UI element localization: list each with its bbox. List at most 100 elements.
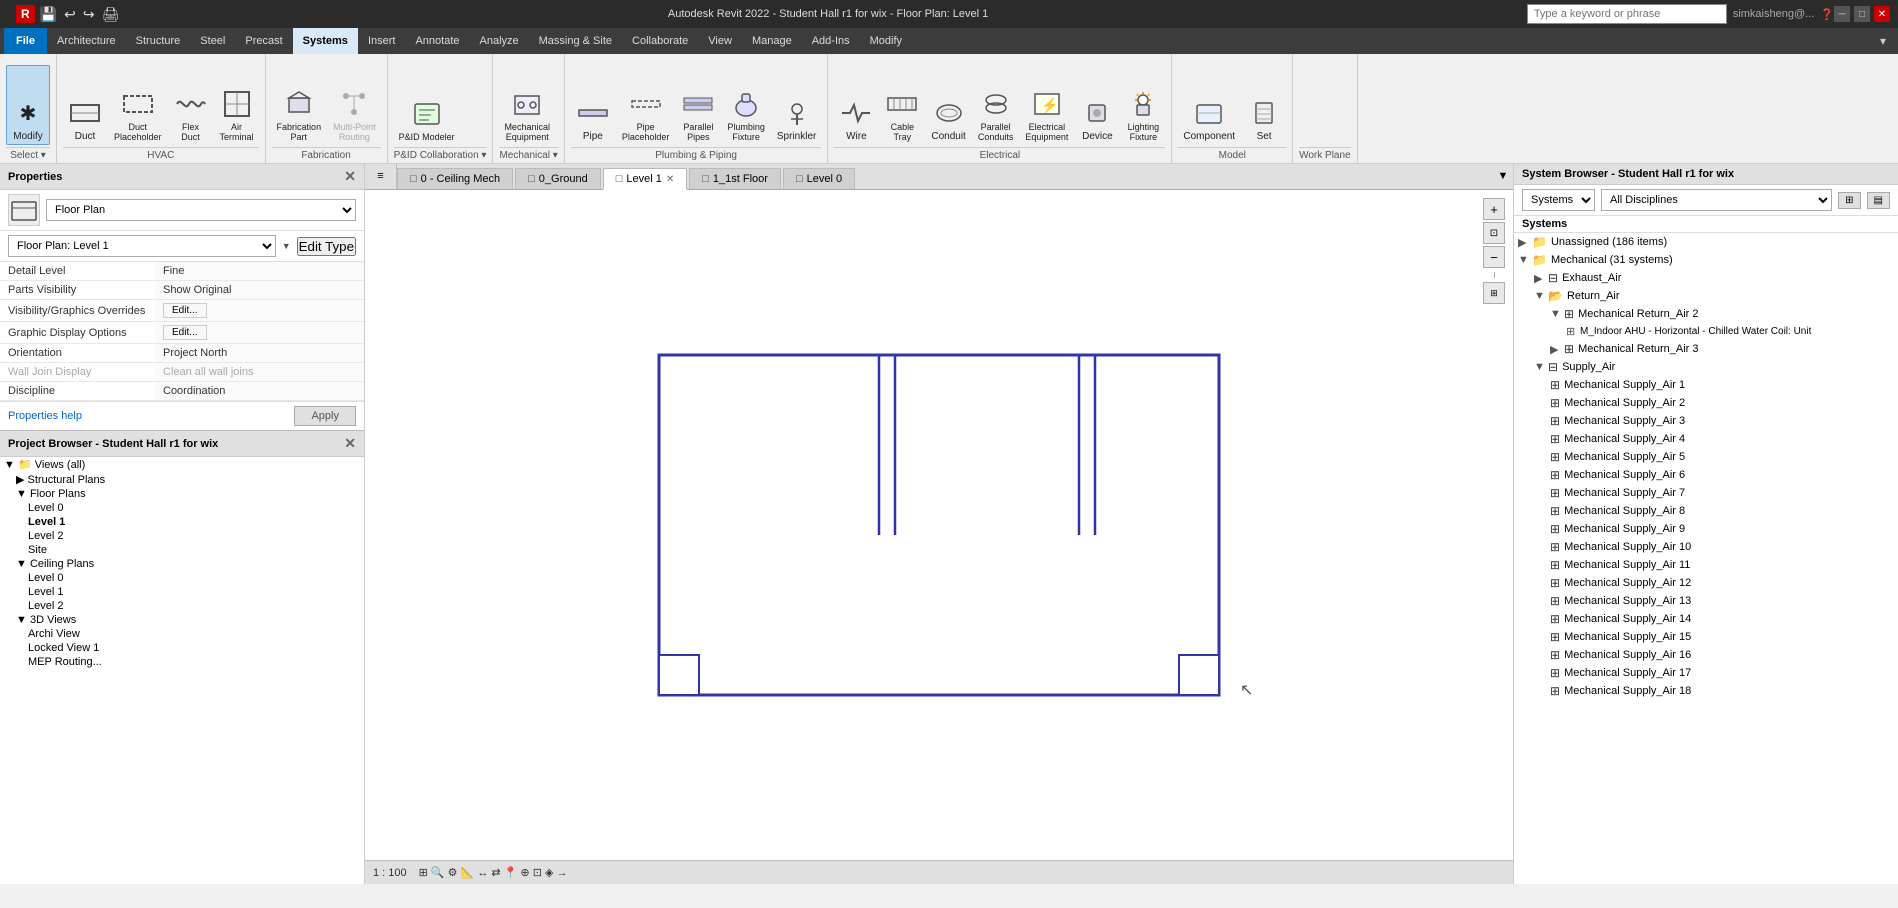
help-btn[interactable]: ❓ [1820,8,1834,21]
sys-item-supply-7[interactable]: ⊞Mechanical Supply_Air 7 [1514,484,1898,502]
ribbon-btn-plumbing-fixture[interactable]: PlumbingFixture [722,65,770,145]
sys-item-m-indoor-ahu[interactable]: ⊞ M_Indoor AHU - Horizontal - Chilled Wa… [1514,323,1898,340]
minimize-btn[interactable]: ─ [1834,6,1850,22]
sys-item-supply-4[interactable]: ⊞Mechanical Supply_Air 4 [1514,430,1898,448]
ribbon-btn-pipe[interactable]: Pipe [571,65,615,145]
ribbon-label-select[interactable]: Select ▾ [6,147,50,163]
search-input[interactable] [1527,4,1727,24]
tree-fp-level2[interactable]: Level 2 [0,529,364,543]
project-browser-close[interactable]: ✕ [344,435,356,452]
sys-item-supply-17[interactable]: ⊞Mechanical Supply_Air 17 [1514,664,1898,682]
view-tab-level1[interactable]: □ Level 1 ✕ [603,168,688,190]
tree-structural-plans[interactable]: ▶ Structural Plans [0,472,364,487]
ribbon-btn-pipe-placeholder[interactable]: PipePlaceholder [617,65,675,145]
ribbon-btn-component[interactable]: Component [1178,65,1240,145]
ribbon-btn-flex-duct[interactable]: FlexDuct [169,65,213,145]
ribbon-btn-electrical-equipment[interactable]: ⚡ ElectricalEquipment [1020,65,1073,145]
system-browser-discipline-dropdown[interactable]: All Disciplines [1601,189,1832,211]
zoom-in-btn[interactable]: + [1483,198,1505,220]
sys-browser-view1-btn[interactable]: ⊞ [1838,192,1860,209]
ribbon-btn-conduit[interactable]: Conduit [926,65,970,145]
sys-item-supply-13[interactable]: ⊞Mechanical Supply_Air 13 [1514,592,1898,610]
view-tabs-scroll[interactable]: ▼ [1493,164,1513,189]
qa-print[interactable]: 🖨 [100,4,122,25]
tree-3d-views[interactable]: ▼ 3D Views [0,613,364,627]
close-btn[interactable]: ✕ [1874,6,1890,22]
ribbon-btn-cable-tray[interactable]: CableTray [880,65,924,145]
sys-item-mechanical[interactable]: ▼ 📁 Mechanical (31 systems) [1514,251,1898,269]
floor-plan-instance-dropdown[interactable]: Floor Plan: Level 1 [8,235,276,257]
tree-cp-level2[interactable]: Level 2 [0,599,364,613]
tree-fp-site[interactable]: Site [0,543,364,557]
ribbon-btn-set[interactable]: Set [1242,65,1286,145]
qa-redo[interactable]: ↪ [81,4,97,25]
system-browser-systems-dropdown[interactable]: Systems [1522,189,1595,211]
view-tab-0-ground[interactable]: □ 0_Ground [515,168,601,189]
zoom-out-btn[interactable]: − [1483,246,1505,268]
ribbon-btn-lighting-fixture[interactable]: LightingFixture [1121,65,1165,145]
tree-fp-level0[interactable]: Level 0 [0,501,364,515]
ribbon-btn-parallel-pipes[interactable]: ParallelPipes [676,65,720,145]
sys-item-supply-air[interactable]: ▼ ⊟ Supply_Air [1514,358,1898,376]
qa-undo[interactable]: ↩ [62,4,78,25]
sys-item-supply-3[interactable]: ⊞Mechanical Supply_Air 3 [1514,412,1898,430]
menu-tab-massing[interactable]: Massing & Site [529,28,622,54]
sys-item-unassigned[interactable]: ▶ 📁 Unassigned (186 items) [1514,233,1898,251]
properties-help-link[interactable]: Properties help [8,410,82,422]
apply-button[interactable]: Apply [294,406,356,426]
menu-tab-steel[interactable]: Steel [190,28,235,54]
ribbon-btn-fabrication-part[interactable]: FabricationPart [272,65,327,145]
sys-item-supply-2[interactable]: ⊞Mechanical Supply_Air 2 [1514,394,1898,412]
tree-ceiling-plans[interactable]: ▼ Ceiling Plans [0,557,364,571]
sys-item-supply-5[interactable]: ⊞Mechanical Supply_Air 5 [1514,448,1898,466]
menu-tab-addins[interactable]: Add-Ins [802,28,860,54]
ribbon-btn-device[interactable]: Device [1075,65,1119,145]
menu-tab-analyze[interactable]: Analyze [470,28,529,54]
qa-save[interactable]: 💾 [38,4,59,25]
menu-tab-modify[interactable]: Modify [860,28,912,54]
sys-item-supply-15[interactable]: ⊞Mechanical Supply_Air 15 [1514,628,1898,646]
drawing-canvas[interactable]: + ⊡ − ⊞ ↖ [365,190,1513,860]
ribbon-btn-duct-placeholder[interactable]: DuctPlaceholder [109,65,167,145]
menu-tab-structure[interactable]: Structure [126,28,191,54]
sys-item-supply-12[interactable]: ⊞Mechanical Supply_Air 12 [1514,574,1898,592]
properties-close[interactable]: ✕ [344,168,356,185]
sys-item-mech-return-2[interactable]: ▼ ⊞ Mechanical Return_Air 2 [1514,305,1898,323]
sys-item-supply-1[interactable]: ⊞Mechanical Supply_Air 1 [1514,376,1898,394]
ribbon-btn-sprinkler[interactable]: Sprinkler [772,65,821,145]
sys-item-supply-18[interactable]: ⊞Mechanical Supply_Air 18 [1514,682,1898,700]
ribbon-btn-air-terminal[interactable]: AirTerminal [215,65,259,145]
sys-item-mech-return-3[interactable]: ▶ ⊞ Mechanical Return_Air 3 [1514,340,1898,358]
maximize-btn[interactable]: □ [1854,6,1870,22]
tree-mep-routing[interactable]: MEP Routing... [0,655,364,669]
ribbon-btn-duct[interactable]: Duct [63,65,107,145]
menu-tab-insert[interactable]: Insert [358,28,406,54]
tree-floor-plans[interactable]: ▼ Floor Plans [0,487,364,501]
sys-item-supply-14[interactable]: ⊞Mechanical Supply_Air 14 [1514,610,1898,628]
sys-item-supply-6[interactable]: ⊞Mechanical Supply_Air 6 [1514,466,1898,484]
zoom-fit-btn[interactable]: ⊡ [1483,222,1505,244]
graphic-display-edit-btn[interactable]: Edit... [163,325,207,340]
menu-tab-architecture[interactable]: Architecture [47,28,126,54]
sys-item-supply-11[interactable]: ⊞Mechanical Supply_Air 11 [1514,556,1898,574]
menu-tab-precast[interactable]: Precast [235,28,292,54]
view-tab-ceiling-mech[interactable]: □ 0 - Ceiling Mech [397,168,513,189]
ribbon-btn-wire[interactable]: Wire [834,65,878,145]
tab-level1-close[interactable]: ✕ [666,174,674,185]
ribbon-btn-parallel-conduits[interactable]: ParallelConduits [973,65,1019,145]
ribbon-btn-mech-equipment[interactable]: MechanicalEquipment [499,65,555,145]
view-list-btn[interactable]: ≡ [365,164,397,189]
ribbon-expand[interactable]: ▾ [1880,34,1886,48]
tree-archi-view[interactable]: Archi View [0,627,364,641]
menu-tab-file[interactable]: File [4,28,47,54]
sys-item-supply-8[interactable]: ⊞Mechanical Supply_Air 8 [1514,502,1898,520]
tree-locked-view[interactable]: Locked View 1 [0,641,364,655]
menu-tab-collaborate[interactable]: Collaborate [622,28,698,54]
sys-browser-view2-btn[interactable]: ▤ [1867,192,1890,209]
view-tab-1st-floor[interactable]: □ 1_1st Floor [689,168,781,189]
tree-views-all[interactable]: ▼ 📁 Views (all) [0,457,364,472]
ribbon-btn-multi-point[interactable]: Multi-PointRouting [328,65,381,145]
menu-tab-systems[interactable]: Systems [293,28,358,54]
ribbon-btn-piid-modeler[interactable]: P&ID Modeler [394,65,460,145]
floor-plan-type-dropdown[interactable]: Floor Plan [46,199,356,221]
